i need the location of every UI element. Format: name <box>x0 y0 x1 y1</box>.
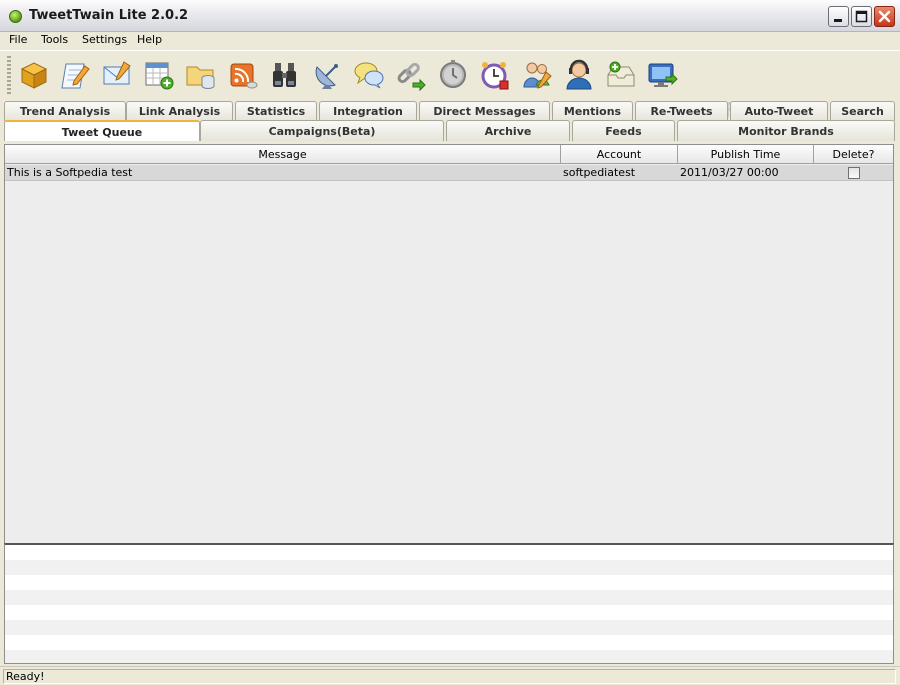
tab-archive[interactable]: Archive <box>446 120 570 141</box>
log-line <box>5 620 893 635</box>
stopwatch-icon <box>440 60 466 88</box>
tab-campaigns-beta[interactable]: Campaigns(Beta) <box>200 120 444 141</box>
window-title: TweetTwain Lite 2.0.2 <box>29 8 189 23</box>
users-edit-button[interactable] <box>518 55 556 95</box>
cell-message[interactable]: This is a Softpedia test <box>5 165 561 181</box>
maximize-icon <box>855 10 868 23</box>
cell-publish-time[interactable]: 2011/03/27 00:00 <box>678 165 814 181</box>
satellite-button[interactable] <box>308 55 346 95</box>
tab-monitor-brands[interactable]: Monitor Brands <box>677 120 895 141</box>
minimize-button[interactable] <box>828 6 849 27</box>
tab-feeds[interactable]: Feeds <box>572 120 675 141</box>
table-row[interactable]: This is a Softpedia test softpediatest 2… <box>5 165 893 181</box>
tab-auto-tweet[interactable]: Auto-Tweet <box>730 101 828 121</box>
log-line <box>5 560 893 575</box>
app-icon <box>9 10 22 23</box>
log-line <box>5 650 893 663</box>
log-panel <box>4 543 894 664</box>
inbox-icon <box>607 61 635 87</box>
status-bar: Ready! <box>0 666 900 685</box>
tab-link-analysis[interactable]: Link Analysis <box>126 101 233 121</box>
tab-row-2: Tweet Queue Campaigns(Beta) Archive Feed… <box>0 120 900 142</box>
binoculars-icon <box>273 63 296 87</box>
status-text: Ready! <box>3 669 896 684</box>
inbox-button[interactable] <box>602 55 640 95</box>
tweet-queue-table: Message Account Publish Time Delete? Thi… <box>4 144 894 544</box>
calendar-add-button[interactable] <box>140 55 178 95</box>
support-agent-icon <box>566 59 592 90</box>
column-header-publish-time[interactable]: Publish Time <box>678 145 814 164</box>
support-agent-button[interactable] <box>560 55 598 95</box>
close-button[interactable] <box>874 6 895 27</box>
calendar-add-icon <box>145 62 174 90</box>
link-icon <box>397 62 426 92</box>
menu-settings[interactable]: Settings <box>80 33 129 46</box>
tab-mentions[interactable]: Mentions <box>552 101 633 121</box>
chat-bubbles-icon <box>354 62 384 89</box>
menu-tools[interactable]: Tools <box>39 33 70 46</box>
users-edit-icon <box>523 62 552 89</box>
notepad-button[interactable] <box>57 55 95 95</box>
toolbar-grip <box>7 56 11 94</box>
tab-direct-messages[interactable]: Direct Messages <box>419 101 550 121</box>
envelope-button[interactable] <box>98 55 136 95</box>
alarm-clock-icon <box>481 62 509 90</box>
minimize-icon <box>834 19 842 22</box>
tab-statistics[interactable]: Statistics <box>235 101 317 121</box>
tab-re-tweets[interactable]: Re-Tweets <box>635 101 728 121</box>
tab-integration[interactable]: Integration <box>319 101 417 121</box>
satellite-icon <box>315 64 338 89</box>
log-line <box>5 590 893 605</box>
menu-help[interactable]: Help <box>135 33 164 46</box>
tab-trend-analysis[interactable]: Trend Analysis <box>4 101 126 121</box>
envelope-icon <box>103 61 131 85</box>
tab-search[interactable]: Search <box>830 101 895 121</box>
menu-file[interactable]: File <box>7 33 29 46</box>
close-icon <box>878 10 891 23</box>
title-bar: TweetTwain Lite 2.0.2 <box>0 0 900 32</box>
stopwatch-button[interactable] <box>434 55 472 95</box>
rss-icon <box>230 63 258 89</box>
box-icon <box>20 62 48 89</box>
tab-tweet-queue[interactable]: Tweet Queue <box>4 120 200 141</box>
tab-row-1: Trend Analysis Link Analysis Statistics … <box>0 101 900 121</box>
cell-account[interactable]: softpediatest <box>561 165 678 181</box>
notepad-icon <box>61 63 90 89</box>
toolbar <box>0 50 900 98</box>
box-button[interactable] <box>15 55 53 95</box>
column-header-account[interactable]: Account <box>561 145 678 164</box>
rss-button[interactable] <box>224 55 262 95</box>
delete-checkbox[interactable] <box>848 167 860 179</box>
column-header-delete[interactable]: Delete? <box>814 145 893 164</box>
monitor-arrow-button[interactable] <box>644 55 682 95</box>
binoculars-button[interactable] <box>266 55 304 95</box>
chat-bubbles-button[interactable] <box>350 55 388 95</box>
folder-db-icon <box>186 66 215 89</box>
column-header-message[interactable]: Message <box>5 145 561 164</box>
folder-db-button[interactable] <box>182 55 220 95</box>
monitor-arrow-icon <box>648 63 678 87</box>
alarm-clock-button[interactable] <box>476 55 514 95</box>
table-header: Message Account Publish Time Delete? <box>5 145 893 164</box>
maximize-button[interactable] <box>851 6 872 27</box>
link-button[interactable] <box>392 55 430 95</box>
menu-bar: File Tools Settings Help <box>0 32 900 50</box>
